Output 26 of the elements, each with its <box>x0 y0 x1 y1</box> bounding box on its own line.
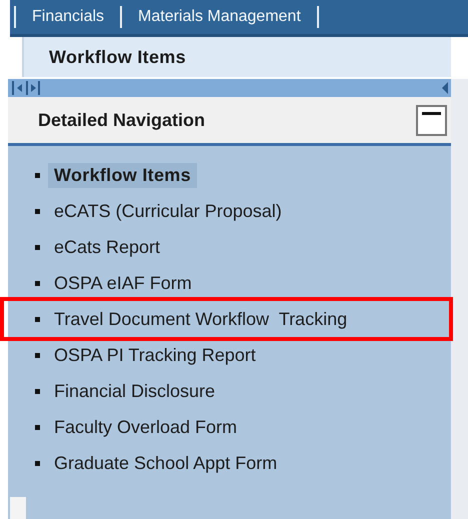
bullet-icon <box>35 244 40 250</box>
bullet-icon <box>35 280 40 286</box>
bullet-icon <box>35 172 40 178</box>
bullet-icon <box>35 208 40 214</box>
nav-link[interactable]: eCats Report <box>48 234 166 260</box>
collapse-left-icon[interactable] <box>441 81 449 95</box>
page-title: Workflow Items <box>49 46 186 68</box>
bullet-icon <box>35 424 40 430</box>
bullet-icon <box>35 460 40 466</box>
collapse-button[interactable] <box>416 104 447 136</box>
resize-handle[interactable] <box>10 497 26 519</box>
bullet-icon <box>35 388 40 394</box>
bullet-icon <box>35 316 40 322</box>
nav-link[interactable]: OSPA PI Tracking Report <box>48 342 262 368</box>
panel-title: Detailed Navigation <box>38 110 206 130</box>
top-tab[interactable]: Materials Management <box>126 8 313 26</box>
scroll-right-icon[interactable] <box>26 79 40 97</box>
nav-link[interactable]: Financial Disclosure <box>48 378 222 404</box>
nav-link[interactable]: Graduate School Appt Form <box>48 450 284 476</box>
nav-link[interactable]: OSPA eIAF Form <box>48 270 198 296</box>
nav-link[interactable]: Faculty Overload Form <box>48 414 244 440</box>
bullet-icon <box>35 352 40 358</box>
nav-link[interactable]: Workflow Items <box>48 162 197 188</box>
nav-link[interactable]: eCATS (Curricular Proposal) <box>48 198 288 224</box>
nav-link[interactable]: Travel Document Workflow Tracking <box>48 306 354 332</box>
top-tab[interactable]: Financials <box>20 8 116 26</box>
